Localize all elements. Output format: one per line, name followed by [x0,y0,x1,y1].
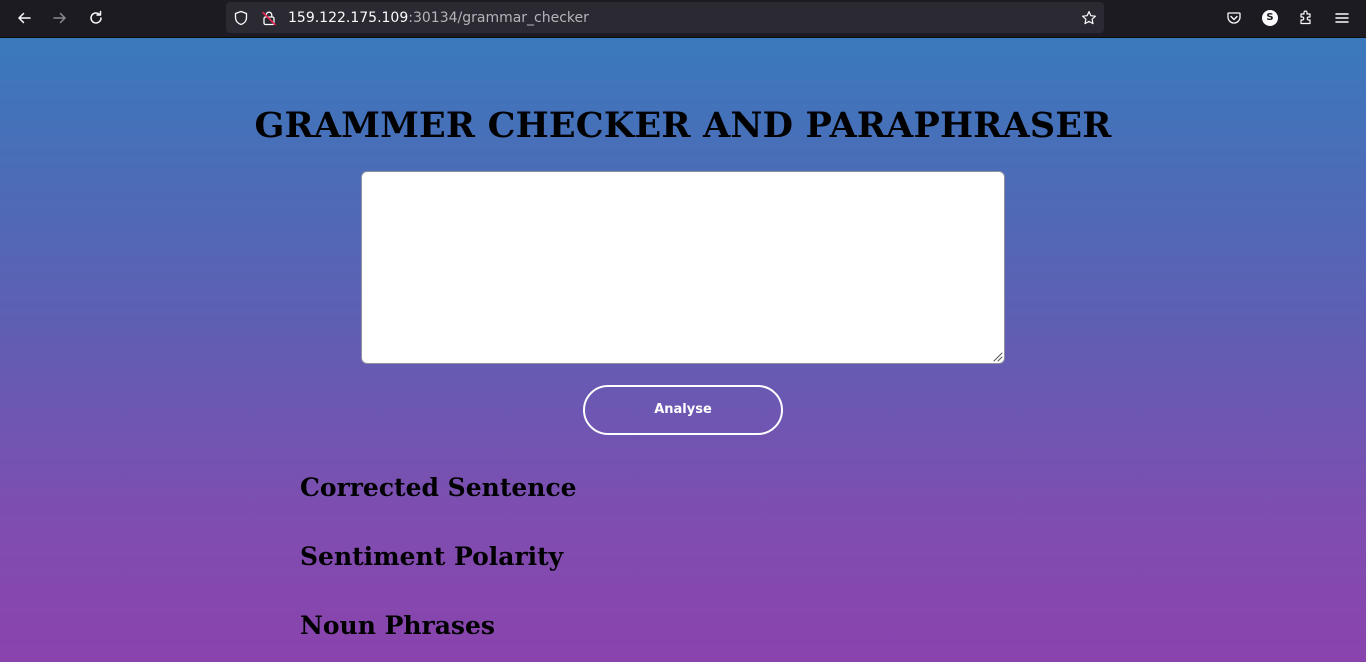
insecure-lock-icon[interactable] [260,9,278,27]
reload-icon[interactable] [84,6,108,30]
analyse-button[interactable]: Analyse [583,385,783,435]
back-arrow-icon[interactable] [12,6,36,30]
url-host: 159.122.175.109 [288,10,409,26]
sentiment-polarity-heading: Sentiment Polarity [300,542,564,571]
page-title: GRAMMER CHECKER AND PARAPHRASER [254,105,1112,146]
url-path: :30134/grammar_checker [408,10,589,26]
pocket-icon[interactable] [1222,6,1246,30]
forward-arrow-icon[interactable] [48,6,72,30]
page-content: GRAMMER CHECKER AND PARAPHRASER Analyse … [0,38,1366,662]
resize-grip-icon[interactable] [991,350,1003,362]
corrected-sentence-heading: Corrected Sentence [300,473,577,502]
hamburger-menu-icon[interactable] [1330,6,1354,30]
url-text[interactable]: 159.122.175.109:30134/grammar_checker [288,9,589,27]
account-avatar[interactable]: S [1258,6,1282,30]
noun-phrases-heading: Noun Phrases [300,611,495,640]
profile-initial: S [1262,10,1278,26]
puzzle-icon[interactable] [1294,6,1318,30]
browser-toolbar: 159.122.175.109:30134/grammar_checker S [0,0,1366,38]
star-icon[interactable] [1080,9,1098,27]
text-input[interactable] [361,171,1005,364]
url-bar[interactable]: 159.122.175.109:30134/grammar_checker [226,2,1104,33]
shield-icon[interactable] [232,9,250,27]
